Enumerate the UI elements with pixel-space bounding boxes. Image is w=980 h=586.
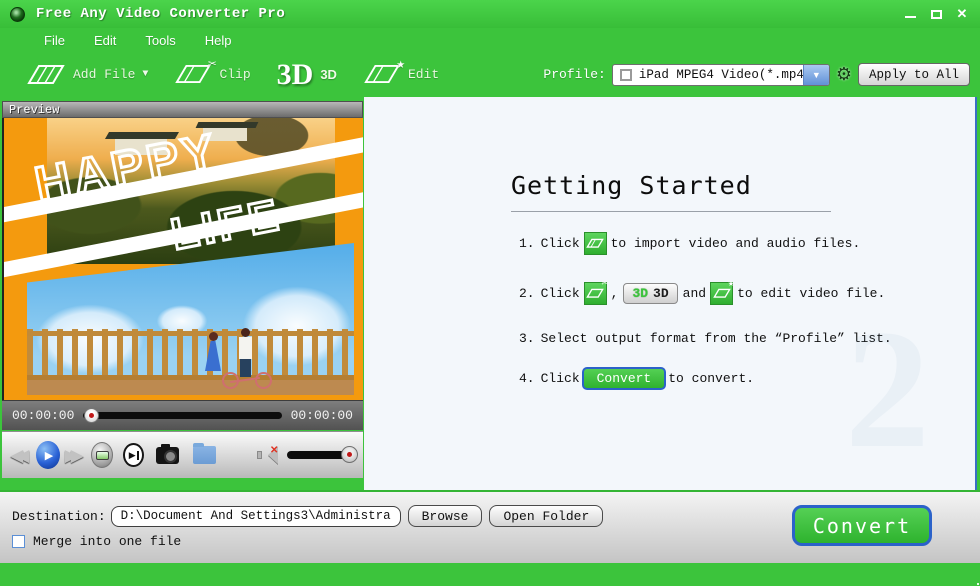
getting-started-panel: Getting Started 1. Click to import video… xyxy=(364,97,977,490)
play-button[interactable]: ▶ xyxy=(36,441,60,469)
add-file-label: Add File xyxy=(73,67,135,82)
toolbar: Add File ▼ ✂ Clip 3D 3D ★ xyxy=(0,52,980,97)
apply-to-all-button[interactable]: Apply to All xyxy=(858,63,970,86)
step-icon: ▶ xyxy=(129,451,136,460)
3d-button[interactable]: 3D 3D xyxy=(277,60,337,90)
destination-input[interactable] xyxy=(111,506,401,527)
preview-photo-couple xyxy=(27,243,354,395)
preview-panel-header: Preview xyxy=(2,101,363,118)
profile-label: Profile: xyxy=(543,67,605,82)
maximize-button[interactable] xyxy=(928,6,944,22)
add-file-button[interactable]: Add File ▼ xyxy=(26,62,148,88)
step-2: 2. Click ✂ , 3D 3D and xyxy=(519,281,892,305)
time-total: 00:00:00 xyxy=(291,408,353,423)
edit-icon-small[interactable]: ★ xyxy=(710,282,733,305)
clip-icon-small[interactable]: ✂ xyxy=(584,282,607,305)
edit-button[interactable]: ★ Edit xyxy=(363,62,439,87)
timeline-bar: 00:00:00 00:00:00 xyxy=(2,400,363,430)
destination-label: Destination: xyxy=(12,509,106,524)
app-icon xyxy=(10,7,25,22)
title-bar: Free Any Video Converter Pro ✕ xyxy=(0,0,980,28)
time-current: 00:00:00 xyxy=(12,408,74,423)
3d-big-icon: 3D xyxy=(277,60,314,90)
merge-label: Merge into one file xyxy=(33,534,181,549)
profile-checkbox-icon xyxy=(620,69,632,81)
minimize-button[interactable] xyxy=(902,6,918,22)
seek-knob[interactable] xyxy=(84,408,99,423)
app-window: Free Any Video Converter Pro ✕ File Edit… xyxy=(0,0,980,586)
merge-checkbox[interactable] xyxy=(12,535,25,548)
convert-button[interactable]: Convert xyxy=(792,505,932,546)
clip-label: Clip xyxy=(219,67,250,82)
star-icon: ★ xyxy=(397,56,405,73)
steps-list: 1. Click to import video and audio files… xyxy=(519,231,892,390)
menu-item-edit[interactable]: Edit xyxy=(94,33,116,48)
step-forward-button[interactable]: ▶ xyxy=(123,443,144,467)
menu-bar: File Edit Tools Help xyxy=(0,28,980,52)
edit-label: Edit xyxy=(408,67,439,82)
profile-select[interactable]: iPad MPEG4 Video(*.mp4) ▼ xyxy=(612,64,830,86)
window-title: Free Any Video Converter Pro xyxy=(36,6,285,22)
getting-started-title: Getting Started xyxy=(511,171,752,200)
menu-item-file[interactable]: File xyxy=(44,33,65,48)
clip-button[interactable]: ✂ Clip xyxy=(174,62,250,87)
step-1: 1. Click to import video and audio files… xyxy=(519,231,892,255)
mute-x-icon: ✕ xyxy=(270,445,278,456)
scissors-icon: ✂ xyxy=(602,278,608,290)
preview-video-frame: HAPPY LIFE xyxy=(2,118,363,400)
status-bar xyxy=(0,563,980,586)
import-file-icon[interactable] xyxy=(584,232,607,255)
3d-label: 3D xyxy=(320,67,337,82)
play-icon: ▶ xyxy=(45,449,53,462)
clip-film-icon: ✂ xyxy=(174,62,212,87)
edit-film-icon: ★ xyxy=(363,62,401,87)
seek-slider[interactable] xyxy=(83,412,281,419)
stop-icon xyxy=(96,451,109,460)
fast-forward-button[interactable]: ▶▶ xyxy=(65,447,86,464)
snapshot-camera-button[interactable] xyxy=(156,447,179,464)
title-underline xyxy=(511,211,831,212)
rewind-button[interactable]: ◀◀ xyxy=(10,447,31,464)
open-folder-button[interactable]: Open Folder xyxy=(489,505,603,527)
volume-slider[interactable] xyxy=(287,451,355,459)
mute-button[interactable]: ✕ xyxy=(257,446,276,464)
browse-button[interactable]: Browse xyxy=(408,505,483,527)
profile-selected-value: iPad MPEG4 Video(*.mp4) xyxy=(639,68,803,82)
bottom-bar: Destination: Browse Open Folder Merge in… xyxy=(0,490,980,563)
playback-controls: ◀◀ ▶ ▶▶ ▶ ✕ xyxy=(2,431,363,478)
resize-grip[interactable] xyxy=(973,579,975,581)
scissors-icon: ✂ xyxy=(208,56,216,73)
maximize-icon xyxy=(931,10,942,19)
profile-dropdown-arrow[interactable]: ▼ xyxy=(803,65,829,85)
stop-button[interactable] xyxy=(91,442,113,468)
menu-item-tools[interactable]: Tools xyxy=(145,33,175,48)
menu-item-help[interactable]: Help xyxy=(205,33,232,48)
step-3: 3. Select output format from the “Profil… xyxy=(519,326,892,350)
settings-gear-icon[interactable]: ⚙ xyxy=(836,64,852,85)
step-4: 4. Click Convert to convert. xyxy=(519,366,892,390)
chevron-down-icon: ▼ xyxy=(142,69,148,80)
3d-button-small[interactable]: 3D 3D xyxy=(623,283,677,304)
minimize-icon xyxy=(905,16,916,18)
film-reel-icon xyxy=(26,62,66,88)
volume-knob[interactable] xyxy=(341,446,358,463)
close-button[interactable]: ✕ xyxy=(954,6,970,22)
convert-button-small[interactable]: Convert xyxy=(582,367,667,390)
open-snapshot-folder-button[interactable] xyxy=(193,446,216,464)
star-icon: ★ xyxy=(728,278,734,290)
